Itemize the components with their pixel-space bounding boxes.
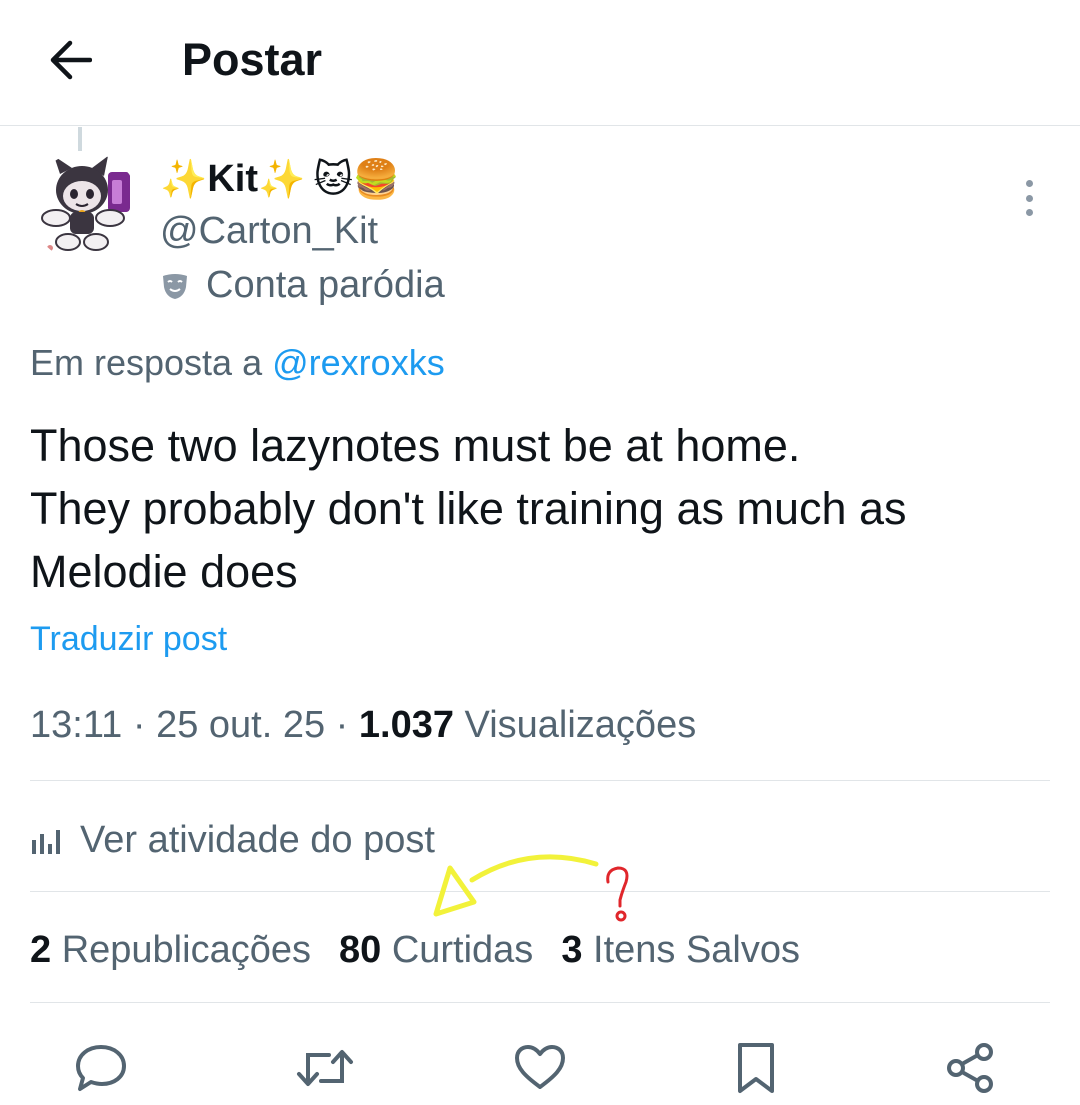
views-count: 1.037 — [358, 704, 454, 746]
saves-count: 3 — [561, 929, 583, 971]
top-bar: Postar — [0, 0, 1080, 126]
back-button[interactable] — [40, 30, 100, 90]
yellow-arrow-annotation — [433, 854, 599, 917]
post-line: They probably don't like training as muc… — [30, 483, 907, 534]
dot — [1025, 194, 1033, 202]
like-icon — [515, 1045, 565, 1089]
reply-prefix: Em resposta a — [30, 342, 263, 383]
author-name-text: Kit — [207, 158, 258, 200]
likes-stat[interactable]: 80 Curtidas — [339, 929, 533, 971]
arrow-left-icon — [50, 40, 92, 80]
thread-line — [78, 127, 82, 151]
saves-label: Itens Salvos — [593, 929, 801, 971]
share-icon — [947, 1043, 993, 1093]
divider — [30, 780, 1050, 781]
reposts-stat[interactable]: 2 Republicações — [30, 929, 311, 971]
post-text: Those two lazynotes must be at home. The… — [30, 414, 1040, 603]
bookmark-icon — [738, 1043, 774, 1093]
repost-icon — [297, 1050, 353, 1086]
views-label: Visualizações — [464, 704, 697, 746]
author-handle[interactable]: @Carton_Kit — [160, 210, 378, 253]
likes-label: Curtidas — [391, 929, 534, 971]
sparkle-emoji: ✨ — [257, 158, 306, 201]
red-question-mark-annotation — [606, 866, 629, 922]
bookmark-button[interactable] — [726, 1038, 786, 1098]
post-activity-link[interactable]: Ver atividade do post — [30, 819, 435, 862]
post-line: Melodie does — [30, 546, 298, 597]
parody-text: Conta paródia — [206, 264, 445, 306]
post-stats: 2 Republicações 80 Curtidas 3 Itens Salvos — [30, 929, 800, 972]
theater-mask-icon — [163, 273, 187, 299]
page-title: Postar — [182, 34, 323, 85]
meta-separator: · — [132, 704, 146, 746]
translate-link[interactable]: Traduzir post — [30, 620, 227, 659]
more-options-button[interactable] — [1012, 176, 1046, 220]
activity-label: Ver atividade do post — [80, 819, 435, 861]
dot — [1025, 209, 1033, 216]
post-line: Those two lazynotes must be at home. — [30, 420, 801, 471]
repost-button[interactable] — [295, 1038, 355, 1098]
post-time[interactable]: 13:11 — [30, 704, 122, 746]
avatar-cat-character — [41, 156, 130, 251]
name-emojis: 🐱🍔 — [313, 159, 401, 201]
reply-context: Em resposta a @rexroxks — [30, 342, 445, 384]
reposts-count: 2 — [30, 929, 52, 971]
author-name[interactable]: ✨ Kit ✨ 🐱🍔 — [160, 157, 400, 202]
post-meta: 13:11 · 25 out. 25 · 1.037 Visualizações — [30, 704, 696, 747]
reposts-label: Republicações — [61, 929, 311, 971]
reply-handle-link[interactable]: @rexroxks — [272, 342, 445, 383]
like-button[interactable] — [510, 1038, 570, 1098]
likes-count: 80 — [338, 929, 382, 971]
reply-button[interactable] — [71, 1038, 131, 1098]
dot — [1025, 180, 1033, 187]
post-date[interactable]: 25 out. 25 — [156, 704, 325, 746]
saves-stat[interactable]: 3 Itens Salvos — [561, 929, 800, 971]
parody-label[interactable]: Conta paródia — [160, 264, 445, 307]
reply-icon — [76, 1045, 126, 1091]
action-bar — [0, 1020, 1080, 1100]
analytics-icon — [32, 829, 60, 854]
sparkle-emoji: ✨ — [160, 158, 208, 201]
divider — [30, 1002, 1050, 1003]
meta-separator: · — [335, 704, 349, 746]
avatar[interactable] — [30, 152, 140, 262]
share-button[interactable] — [940, 1038, 1000, 1098]
